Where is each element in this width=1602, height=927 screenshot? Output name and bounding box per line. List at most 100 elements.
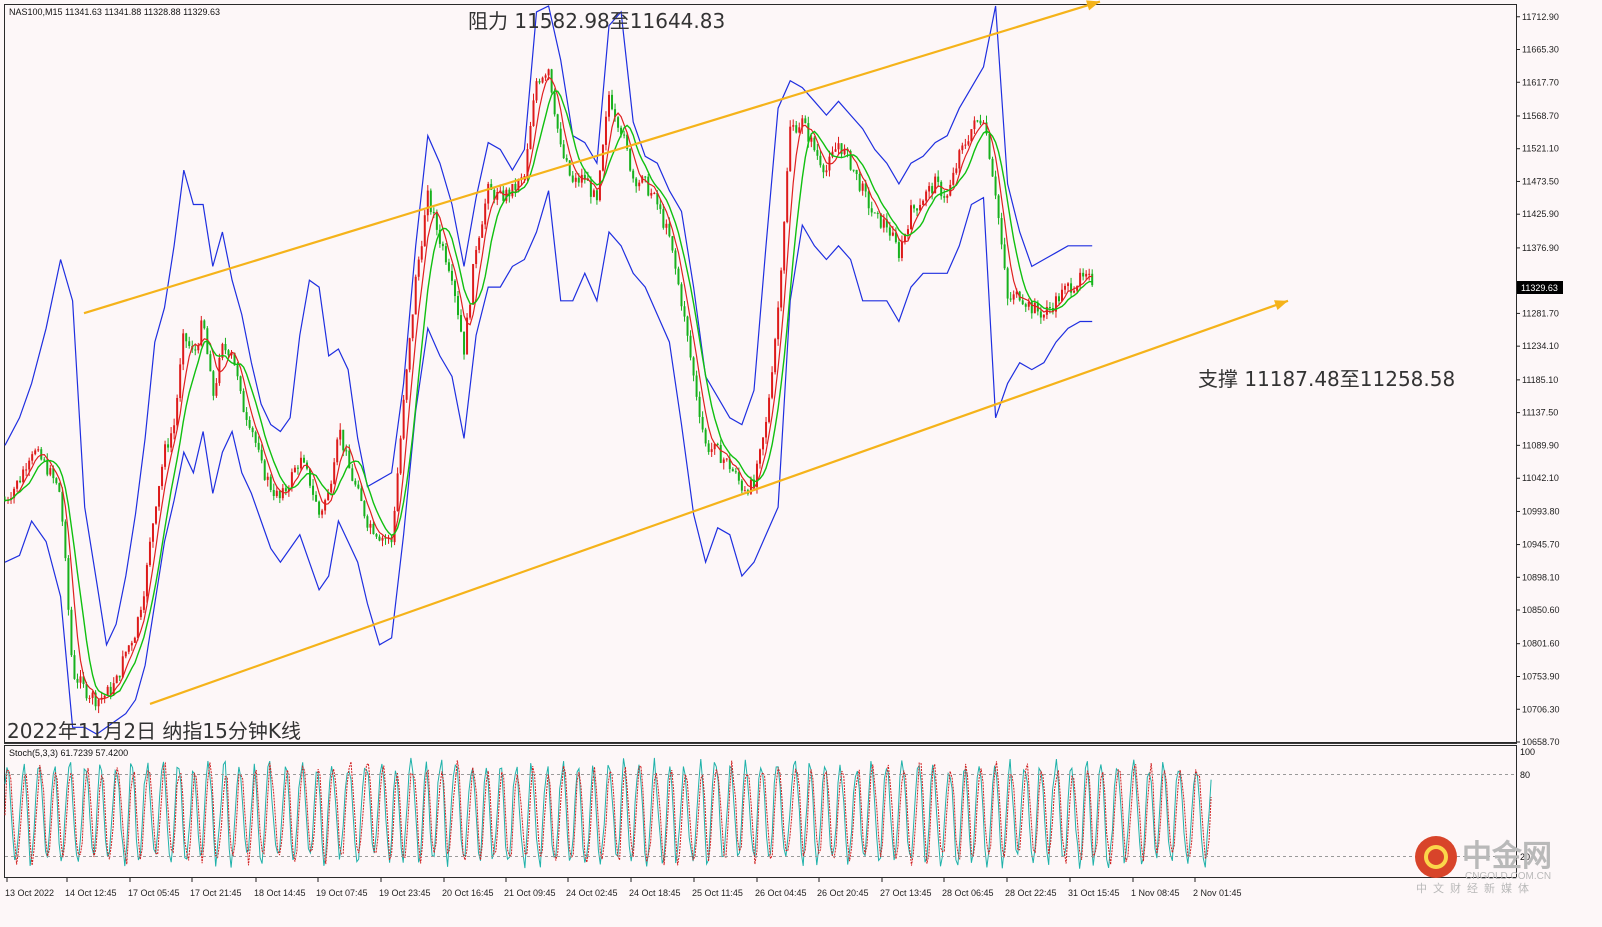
candle-body <box>212 371 215 396</box>
candle-body <box>834 149 837 152</box>
candle-body <box>79 676 82 683</box>
candle-body <box>707 443 710 452</box>
candle-body <box>369 523 372 528</box>
candle-body <box>396 473 399 511</box>
candle-body <box>453 280 456 297</box>
candle-body <box>321 510 324 515</box>
candle-body <box>179 364 182 398</box>
candle-body <box>450 270 453 281</box>
candle-body <box>372 523 375 535</box>
price-tick-label: 11042.10 <box>1522 473 1559 483</box>
candle-body <box>897 242 900 259</box>
candle-body <box>58 483 61 492</box>
candle-body <box>692 357 695 376</box>
candle-body <box>931 186 934 194</box>
cngold-tagline: 中文财经新媒体 <box>1416 881 1535 895</box>
candle-body <box>740 480 743 491</box>
price-tick-label: 10850.60 <box>1522 605 1560 615</box>
time-tick-label: 20 Oct 16:45 <box>442 888 494 898</box>
candle-body <box>354 480 357 485</box>
candle-body <box>155 506 157 524</box>
candle-body <box>683 306 686 317</box>
candle-body <box>668 223 671 237</box>
candle-body <box>185 333 188 342</box>
candle-body <box>943 196 946 198</box>
candle-body <box>251 427 254 433</box>
candle-body <box>31 454 34 461</box>
candle-body <box>46 459 49 475</box>
candle-body <box>142 596 145 610</box>
candle-body <box>629 148 632 171</box>
time-tick-label: 14 Oct 12:45 <box>65 888 117 898</box>
candle-body <box>541 77 544 83</box>
candle-body <box>502 190 505 201</box>
candle-body <box>399 438 402 474</box>
candle-body <box>538 81 541 83</box>
candle-body <box>1003 244 1006 269</box>
candle-body <box>43 459 46 461</box>
price-tick-label: 11473.50 <box>1522 176 1559 186</box>
candle-body <box>601 144 604 171</box>
candle-body <box>145 565 148 597</box>
candle-body <box>97 699 100 707</box>
candle-body <box>1033 302 1036 314</box>
candle-body <box>916 208 919 211</box>
candle-body <box>780 270 783 308</box>
candle-body <box>574 177 577 182</box>
candle-body <box>547 69 550 76</box>
candle-body <box>426 190 429 216</box>
candle-body <box>176 397 179 426</box>
time-tick-label: 26 Oct 20:45 <box>817 888 869 898</box>
time-tick-label: 19 Oct 07:45 <box>316 888 368 898</box>
candle-body <box>381 537 384 541</box>
candle-body <box>182 333 185 365</box>
candle-body <box>777 307 780 340</box>
candle-body <box>487 183 490 204</box>
candle-body <box>363 501 366 517</box>
price-tick-label: 10753.90 <box>1522 672 1560 682</box>
candle-body <box>870 208 873 213</box>
candle-body <box>873 212 876 214</box>
candle-body <box>417 259 420 277</box>
candle-body <box>457 296 459 316</box>
candle-body <box>245 412 248 420</box>
candle-body <box>852 169 855 171</box>
candle-body <box>55 478 58 484</box>
candle-body <box>759 449 761 464</box>
candle-body <box>49 468 52 475</box>
candle-body <box>342 429 345 451</box>
candle-body <box>61 491 64 522</box>
candle-body <box>299 457 302 469</box>
candle-body <box>37 449 40 451</box>
candle-body <box>312 485 315 495</box>
candle-body <box>967 141 970 145</box>
candle-body <box>127 645 130 652</box>
candle-body <box>309 468 312 486</box>
price-tick-label: 11234.10 <box>1522 341 1559 351</box>
candle-body <box>293 467 296 473</box>
candle-body <box>1067 283 1070 286</box>
candle-body <box>188 341 191 346</box>
candle-body <box>577 177 580 183</box>
candle-body <box>592 190 595 197</box>
candle-body <box>236 365 239 377</box>
price-tick-label: 11521.10 <box>1522 144 1559 154</box>
candle-body <box>913 205 916 209</box>
candle-body <box>822 165 825 173</box>
candle-body <box>958 150 961 169</box>
candle-body <box>861 183 864 191</box>
candle-body <box>819 155 822 166</box>
candle-body <box>67 558 70 610</box>
candle-body <box>937 176 940 182</box>
candle-body <box>275 490 278 497</box>
candle-body <box>900 241 903 259</box>
candle-body <box>351 468 354 481</box>
candle-body <box>638 182 641 187</box>
price-tick-label: 11089.90 <box>1522 440 1559 450</box>
time-tick-label: 25 Oct 11:45 <box>692 888 743 898</box>
candle-body <box>269 476 272 490</box>
candle-body <box>139 609 142 618</box>
candle-body <box>1042 314 1045 318</box>
candle-body <box>296 467 299 469</box>
candle-body <box>88 697 91 699</box>
